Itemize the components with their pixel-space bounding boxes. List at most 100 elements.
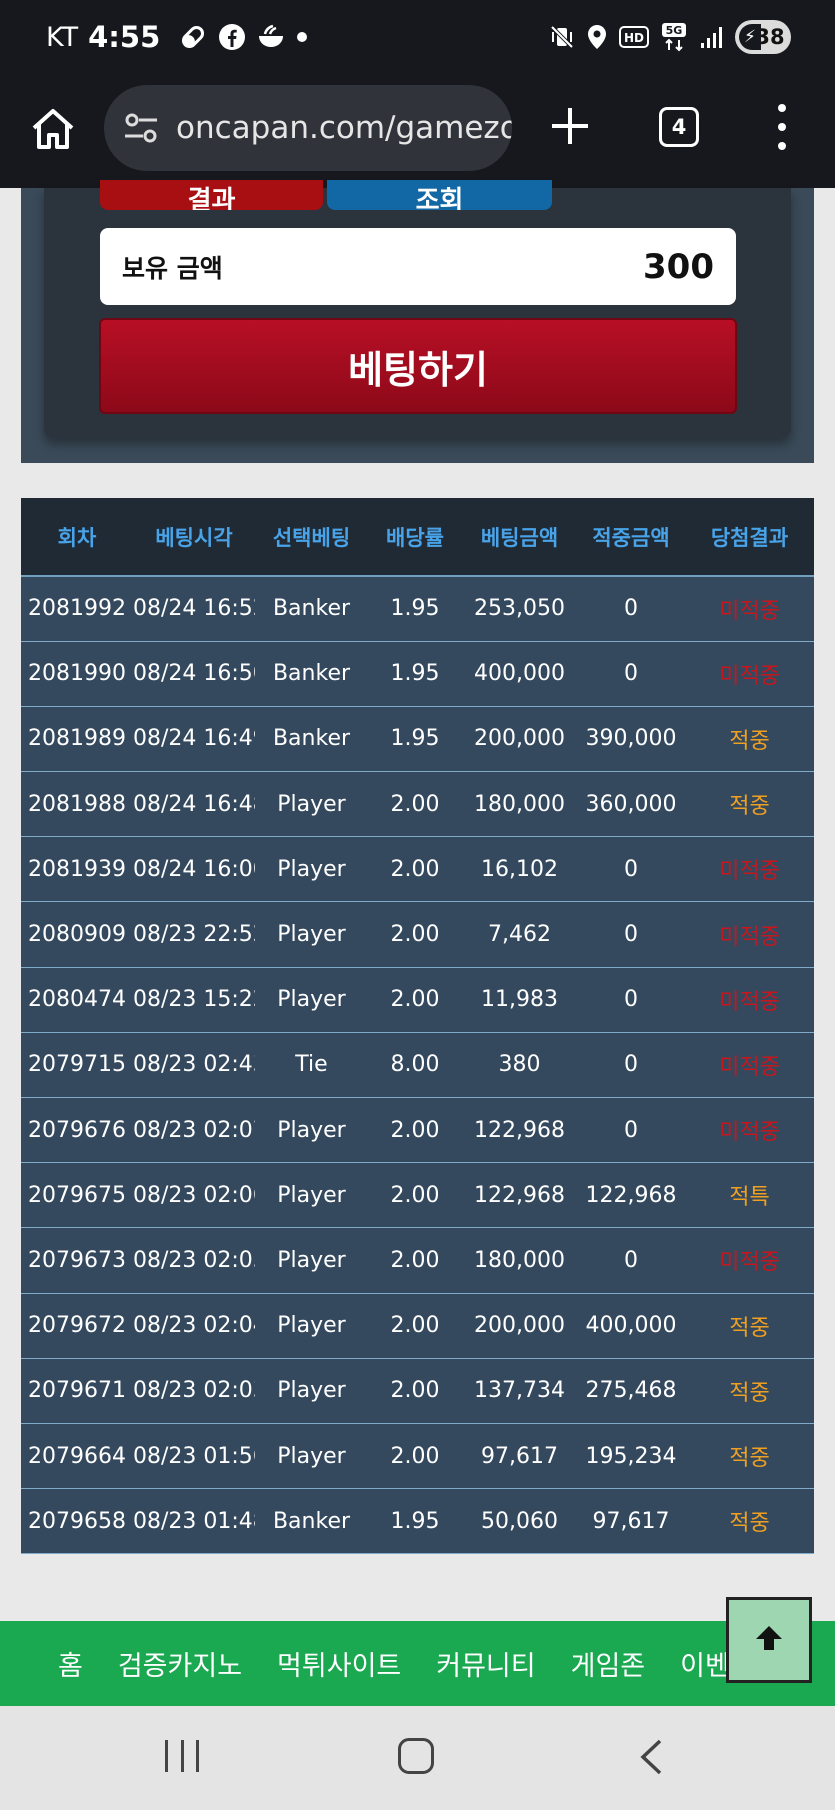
cell-win-amount: 360,000: [577, 771, 685, 838]
cell-result: 미적중: [685, 836, 814, 903]
notification-dot-icon: [296, 31, 308, 43]
cell-selection: Player: [255, 1293, 368, 1359]
facebook-icon: [218, 23, 246, 51]
cell-bet-amount: 253,050: [462, 576, 577, 642]
pill-icon: [178, 22, 208, 52]
cell-bet-amount: 122,968: [462, 1097, 577, 1164]
cell-result: 적중: [685, 1488, 814, 1555]
system-home-icon[interactable]: [398, 1738, 434, 1774]
cell-bet-time: 08/23 22:52: [133, 901, 255, 968]
cell-result: 적중: [685, 1358, 814, 1424]
cell-result: 적중: [685, 771, 814, 838]
cell-win-amount: 122,968: [577, 1162, 685, 1229]
nav-item-scam-sites[interactable]: 먹튀사이트: [277, 1644, 401, 1683]
cell-result: 적중: [685, 1423, 814, 1490]
cell-bet-time: 08/23 02:04: [133, 1293, 255, 1359]
cell-win-amount: 275,468: [577, 1358, 685, 1424]
cell-win-amount: 0: [577, 1097, 685, 1164]
cell-round: 2079715: [21, 1032, 133, 1099]
nav-item-verified-casino[interactable]: 검증카지노: [118, 1644, 242, 1683]
cell-result: 미적중: [685, 901, 814, 968]
cell-win-amount: 390,000: [577, 706, 685, 773]
inquiry-button-label: 조회: [415, 186, 464, 210]
cell-bet-time: 08/23 02:06: [133, 1162, 255, 1229]
cell-selection: Player: [255, 967, 368, 1033]
cell-selection: Player: [255, 1227, 368, 1294]
cell-round: 2081992: [21, 576, 133, 642]
cell-bet-time: 08/24 16:49: [133, 706, 255, 773]
cell-odds: 2.00: [368, 1358, 462, 1424]
recent-apps-icon[interactable]: [165, 1740, 199, 1772]
bet-history-table: 회차 베팅시각 선택베팅 배당률 베팅금액 적중금액 당첨결과 2081992 0…: [21, 498, 814, 1555]
table-row: 2080474 08/23 15:22 Player 2.00 11,983 0 미적중: [21, 967, 814, 1033]
result-button-label: 결과: [187, 186, 236, 210]
table-row: 2081992 08/24 16:52 Banker 1.95 253,050 0 미적중: [21, 576, 814, 642]
table-header-row: 회차 베팅시각 선택베팅 배당률 베팅금액 적중금액 당첨결과: [21, 498, 814, 577]
cell-odds: 2.00: [368, 1227, 462, 1294]
clock: 4:55: [88, 20, 161, 54]
status-bar: KT 4:55 HD 5G ⚡ 38: [0, 0, 835, 80]
cell-bet-time: 08/23 02:05: [133, 1227, 255, 1294]
cell-selection: Banker: [255, 1488, 368, 1555]
cell-round: 2080909: [21, 901, 133, 968]
table-row: 2079672 08/23 02:04 Player 2.00 200,000 400,0…: [21, 1293, 814, 1359]
table-row: 2079658 08/23 01:48 Banker 1.95 50,060 97,617…: [21, 1488, 814, 1555]
nav-item-gamezone[interactable]: 게임존: [571, 1644, 646, 1683]
header-bet-time: 베팅시각: [133, 498, 255, 577]
cell-selection: Banker: [255, 706, 368, 773]
table-row: 2079675 08/23 02:06 Player 2.00 122,968 122,9…: [21, 1162, 814, 1229]
cell-odds: 2.00: [368, 1423, 462, 1490]
tune-icon[interactable]: [122, 109, 160, 147]
tab-switcher-button[interactable]: 4: [659, 107, 699, 147]
cell-win-amount: 97,617: [577, 1488, 685, 1555]
cell-bet-amount: 122,968: [462, 1162, 577, 1229]
cell-bet-amount: 400,000: [462, 641, 577, 707]
cell-bet-amount: 16,102: [462, 836, 577, 903]
header-win-amount: 적중금액: [577, 498, 685, 577]
cell-bet-amount: 97,617: [462, 1423, 577, 1490]
table-row: 2079673 08/23 02:05 Player 2.00 180,000 0 미적중: [21, 1227, 814, 1294]
cell-win-amount: 0: [577, 901, 685, 968]
inquiry-button[interactable]: 조회: [327, 180, 552, 210]
nav-item-home[interactable]: 홈: [58, 1644, 83, 1683]
cell-bet-time: 08/23 02:07: [133, 1097, 255, 1164]
cell-bet-time: 08/23 02:03: [133, 1358, 255, 1424]
tab-count: 4: [671, 115, 687, 139]
site-bottom-nav: 홈 검증카지노 먹튀사이트 커뮤니티 게임존 이벤트: [0, 1621, 835, 1706]
cell-result: 적특: [685, 1162, 814, 1229]
result-button[interactable]: 결과: [100, 180, 323, 210]
cell-round: 2079673: [21, 1227, 133, 1294]
home-icon[interactable]: [26, 102, 80, 156]
cell-odds: 1.95: [368, 1488, 462, 1555]
location-icon: [587, 24, 607, 50]
nav-item-community[interactable]: 커뮤니티: [436, 1644, 535, 1683]
back-icon[interactable]: [636, 1738, 666, 1776]
cell-round: 2079672: [21, 1293, 133, 1359]
cell-bet-time: 08/24 16:00: [133, 836, 255, 903]
cell-odds: 2.00: [368, 1097, 462, 1164]
svg-text:HD: HD: [624, 31, 644, 45]
cell-win-amount: 0: [577, 1032, 685, 1099]
place-bet-label: 베팅하기: [348, 347, 488, 392]
cell-bet-time: 08/23 01:56: [133, 1423, 255, 1490]
vibrate-mute-icon: [549, 24, 575, 50]
table-row: 2079715 08/23 02:43 Tie 8.00 380 0 미적중: [21, 1032, 814, 1099]
cell-result: 적중: [685, 706, 814, 773]
cell-selection: Player: [255, 1358, 368, 1424]
cell-result: 미적중: [685, 1097, 814, 1164]
cell-win-amount: 0: [577, 641, 685, 707]
cell-bet-time: 08/24 16:48: [133, 771, 255, 838]
svg-text:5G: 5G: [666, 24, 683, 37]
cell-bet-amount: 11,983: [462, 967, 577, 1033]
place-bet-button[interactable]: 베팅하기: [99, 318, 737, 414]
cell-round: 2079676: [21, 1097, 133, 1164]
cell-odds: 2.00: [368, 967, 462, 1033]
cell-bet-amount: 50,060: [462, 1488, 577, 1555]
scroll-to-top-button[interactable]: [726, 1597, 812, 1683]
cell-round: 2079658: [21, 1488, 133, 1555]
cell-bet-amount: 200,000: [462, 706, 577, 773]
url-bar[interactable]: oncapan.com/gamezone: [104, 85, 512, 171]
more-vert-icon[interactable]: [770, 104, 794, 150]
plus-icon[interactable]: [548, 104, 592, 148]
bowl-icon: [256, 23, 286, 51]
